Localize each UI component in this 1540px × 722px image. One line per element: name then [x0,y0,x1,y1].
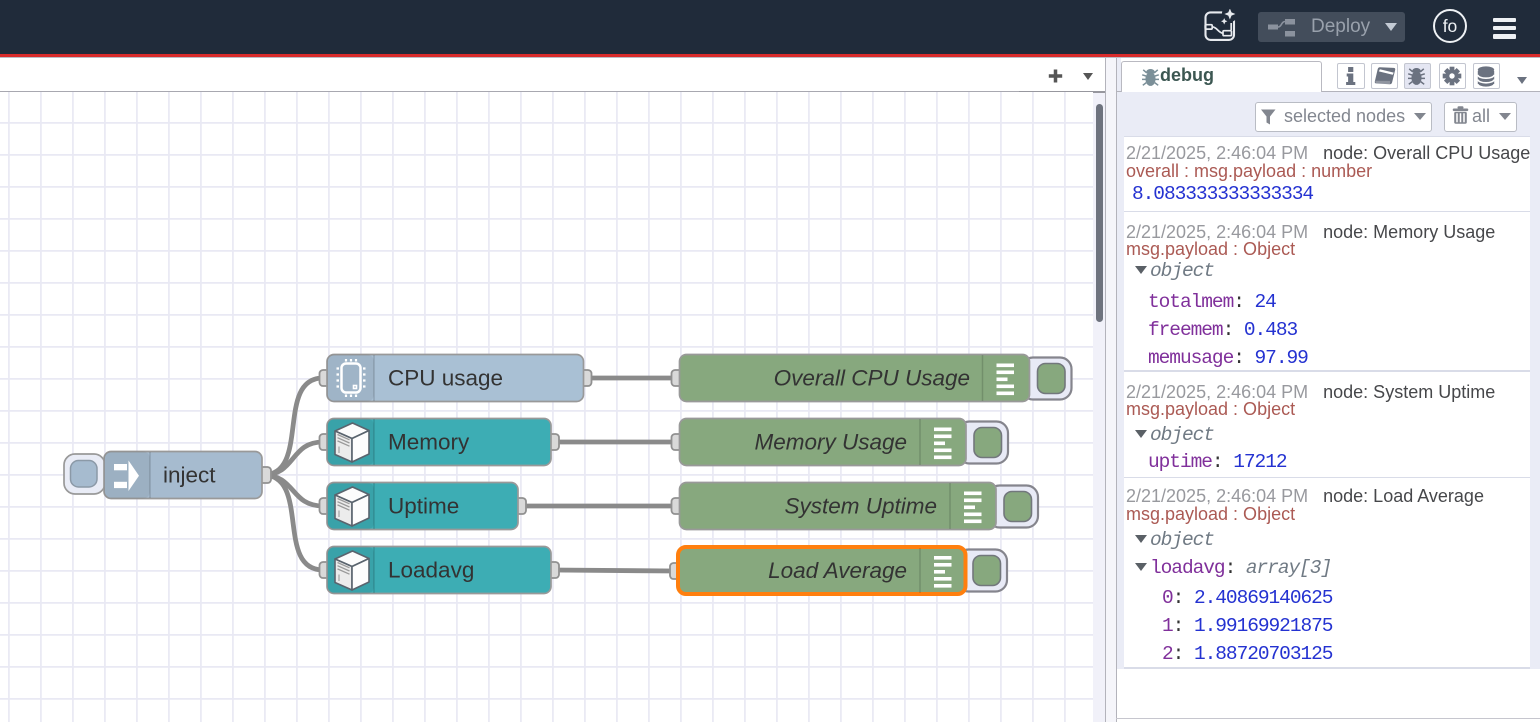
svg-text:CPU usage: CPU usage [388,366,503,391]
svg-text:inject: inject [163,463,216,488]
svg-text:Uptime: Uptime [388,494,459,519]
svg-text:Load Average: Load Average [768,558,907,583]
svg-text:Memory Usage: Memory Usage [754,430,907,455]
svg-text:Memory: Memory [388,430,470,455]
svg-text:Loadavg: Loadavg [388,558,474,583]
svg-text:Overall CPU Usage: Overall CPU Usage [774,366,970,391]
svg-text:System Uptime: System Uptime [784,494,937,519]
